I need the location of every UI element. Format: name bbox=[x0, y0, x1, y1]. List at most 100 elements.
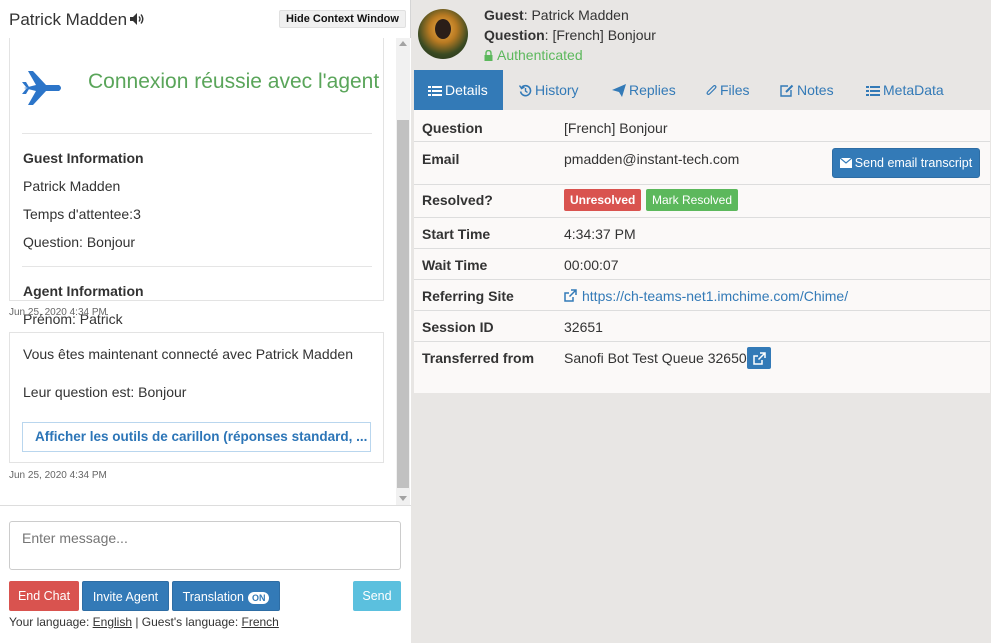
language-line: Your language: English | Guest's languag… bbox=[9, 615, 279, 629]
chat-messages[interactable]: Connexion réussie avec l'agent Guest Inf… bbox=[0, 38, 411, 505]
table-row bbox=[414, 184, 990, 185]
referring-site-link[interactable]: https://ch-teams-net1.imchime.com/Chime/ bbox=[582, 288, 848, 304]
guest-info-name: Patrick Madden bbox=[23, 178, 121, 194]
context-tabs: Details History Replies Files Notes Meta… bbox=[414, 70, 991, 110]
translation-toggle[interactable]: Translation ON bbox=[172, 581, 280, 611]
your-language-label: Your language: bbox=[9, 615, 93, 629]
your-language-link[interactable]: English bbox=[93, 615, 132, 629]
invite-agent-button[interactable]: Invite Agent bbox=[82, 581, 169, 611]
guest-info-wait: Temps d'attentee:3 bbox=[23, 206, 141, 222]
tab-metadata-label: MetaData bbox=[883, 82, 944, 98]
message-timestamp: Jun 25, 2020 4:34 PM bbox=[9, 470, 107, 481]
connection-card: Connexion réussie avec l'agent Guest Inf… bbox=[9, 38, 384, 327]
auth-status-text: Authenticated bbox=[497, 47, 583, 63]
list-icon bbox=[866, 86, 880, 96]
chime-tools-link[interactable]: Afficher les outils de carillon (réponse… bbox=[22, 422, 371, 452]
unresolved-badge: Unresolved bbox=[564, 189, 642, 211]
guest-line: Guest: Patrick Madden bbox=[484, 7, 629, 23]
translation-label: Translation bbox=[182, 590, 244, 604]
guest-info-header: Guest Information bbox=[23, 150, 144, 166]
list-icon bbox=[428, 86, 442, 96]
send-button[interactable]: Send bbox=[353, 581, 401, 611]
wait-time-value: 00:00:07 bbox=[564, 257, 619, 273]
email-value: pmadden@instant-tech.com bbox=[564, 151, 740, 167]
send-transcript-label: Send email transcript bbox=[854, 156, 973, 170]
guest-language-label: Guest's language: bbox=[141, 615, 242, 629]
tab-notes[interactable]: Notes bbox=[780, 70, 834, 110]
guest-language-link[interactable]: French bbox=[242, 615, 279, 629]
session-id-value: 32651 bbox=[564, 319, 603, 335]
speaker-icon[interactable] bbox=[129, 12, 145, 26]
system-message-card: Vous êtes maintenant connecté avec Patri… bbox=[9, 332, 384, 463]
question-label: Question bbox=[422, 120, 483, 136]
session-id-label: Session ID bbox=[422, 319, 494, 335]
question-line: Question: [French] Bonjour bbox=[484, 27, 656, 43]
table-row bbox=[414, 341, 990, 342]
scroll-down-icon[interactable] bbox=[399, 496, 407, 501]
table-row bbox=[414, 310, 990, 311]
question-value: : [French] Bonjour bbox=[544, 27, 656, 43]
tab-metadata[interactable]: MetaData bbox=[866, 70, 944, 110]
tab-files-label: Files bbox=[720, 82, 750, 98]
translation-state-badge: ON bbox=[247, 591, 270, 604]
guest-label: Guest bbox=[484, 7, 524, 23]
table-row bbox=[414, 217, 990, 218]
question-value: [French] Bonjour bbox=[564, 120, 668, 136]
scroll-thumb[interactable] bbox=[397, 120, 409, 488]
question-label: Question bbox=[484, 27, 545, 43]
context-panel: Guest: Patrick Madden Question: [French]… bbox=[412, 0, 991, 643]
edit-icon bbox=[780, 84, 794, 97]
transferred-from-label: Transferred from bbox=[422, 350, 535, 366]
tab-files[interactable]: Files bbox=[706, 70, 750, 110]
tab-replies[interactable]: Replies bbox=[612, 70, 676, 110]
envelope-icon bbox=[839, 157, 853, 168]
external-link-icon bbox=[753, 352, 766, 365]
wait-time-label: Wait Time bbox=[422, 257, 488, 273]
chat-scrollbar[interactable] bbox=[396, 38, 410, 505]
start-time-value: 4:34:37 PM bbox=[564, 226, 636, 242]
details-table: Question [French] Bonjour Email pmadden@… bbox=[414, 110, 990, 393]
referring-site-value[interactable]: https://ch-teams-net1.imchime.com/Chime/ bbox=[564, 288, 848, 304]
chat-panel: Patrick Madden Hide Context Window Conne… bbox=[0, 0, 411, 643]
connected-message: Vous êtes maintenant connecté avec Patri… bbox=[23, 346, 353, 362]
resolved-label: Resolved? bbox=[422, 192, 493, 208]
paperclip-icon bbox=[706, 85, 717, 95]
tab-replies-label: Replies bbox=[629, 82, 676, 98]
tab-details[interactable]: Details bbox=[414, 70, 503, 110]
guest-info-question: Question: Bonjour bbox=[23, 234, 136, 250]
agent-info-header: Agent Information bbox=[23, 283, 144, 299]
scroll-up-icon[interactable] bbox=[399, 41, 407, 46]
history-icon bbox=[518, 84, 532, 97]
divider bbox=[22, 266, 372, 267]
compose-area: End Chat Invite Agent TranslationON Send… bbox=[0, 505, 411, 643]
end-chat-button[interactable]: End Chat bbox=[9, 581, 79, 611]
message-timestamp: Jun 25, 2020 4:34 PM bbox=[9, 307, 107, 318]
external-link-icon bbox=[564, 289, 577, 302]
hide-context-button[interactable]: Hide Context Window bbox=[279, 10, 406, 28]
tab-details-label: Details bbox=[445, 82, 488, 98]
question-message: Leur question est: Bonjour bbox=[23, 384, 187, 400]
referring-site-label: Referring Site bbox=[422, 288, 514, 304]
plane-icon bbox=[22, 71, 61, 105]
guest-value: : Patrick Madden bbox=[523, 7, 629, 23]
table-row bbox=[414, 248, 990, 249]
start-time-label: Start Time bbox=[422, 226, 491, 242]
chat-header: Patrick Madden Hide Context Window bbox=[0, 0, 411, 38]
open-queue-button[interactable] bbox=[747, 347, 771, 369]
message-input[interactable] bbox=[9, 521, 401, 570]
language-separator: | bbox=[132, 615, 142, 629]
guest-avatar bbox=[418, 9, 468, 59]
lock-icon bbox=[484, 50, 493, 61]
table-row bbox=[414, 279, 990, 280]
connection-success-title: Connexion réussie avec l'agent bbox=[88, 70, 380, 93]
auth-status: Authenticated bbox=[484, 47, 583, 63]
mark-resolved-button[interactable]: Mark Resolved bbox=[646, 189, 739, 211]
tab-notes-label: Notes bbox=[797, 82, 834, 98]
email-label: Email bbox=[422, 151, 460, 167]
divider bbox=[22, 133, 372, 134]
tab-history-label: History bbox=[535, 82, 579, 98]
transferred-from-value: Sanofi Bot Test Queue 32650 bbox=[564, 350, 747, 366]
guest-name-title: Patrick Madden bbox=[9, 10, 128, 29]
send-email-transcript-button[interactable]: Send email transcript bbox=[832, 148, 980, 178]
tab-history[interactable]: History bbox=[518, 70, 579, 110]
